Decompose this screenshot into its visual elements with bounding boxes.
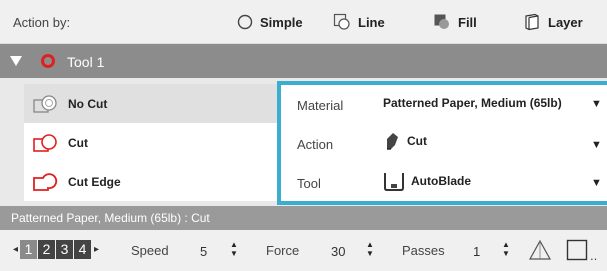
tool-color-ring-icon bbox=[41, 54, 55, 68]
speed-spinner[interactable]: ▲ ▼ bbox=[230, 240, 239, 258]
force-spinner[interactable]: ▲ ▼ bbox=[366, 240, 375, 258]
fill-mode-button[interactable]: Fill bbox=[433, 9, 477, 35]
tool-value: AutoBlade bbox=[411, 174, 471, 188]
no-cut-label: No Cut bbox=[68, 96, 108, 111]
no-cut-icon bbox=[33, 94, 57, 113]
pass-sequence[interactable]: ◂ 1 2 3 4 ▸ bbox=[13, 240, 99, 259]
sequence-step-4[interactable]: 4 bbox=[74, 240, 92, 259]
cut-edge-label: Cut Edge bbox=[68, 174, 121, 189]
no-cut-option[interactable]: No Cut bbox=[24, 84, 277, 123]
circle-outline-icon bbox=[237, 14, 253, 30]
cut-edge-icon bbox=[33, 172, 58, 191]
force-down-icon[interactable]: ▼ bbox=[366, 249, 375, 258]
cut-option[interactable]: Cut bbox=[24, 123, 277, 162]
layer-book-icon bbox=[525, 13, 539, 31]
fill-mode-label: Fill bbox=[458, 14, 477, 30]
sequence-step-2[interactable]: 2 bbox=[38, 240, 56, 259]
tool-name: Tool 1 bbox=[67, 54, 105, 70]
material-dropdown[interactable]: Patterned Paper, Medium (65lb) bbox=[383, 96, 562, 110]
layer-mode-button[interactable]: Layer bbox=[523, 9, 583, 35]
tool-label: Tool bbox=[297, 176, 321, 191]
status-text: Patterned Paper, Medium (65lb) : Cut bbox=[11, 211, 210, 225]
cut-edge-option[interactable]: Cut Edge bbox=[24, 162, 277, 201]
tool-dropdown[interactable]: AutoBlade bbox=[383, 170, 471, 192]
material-value: Patterned Paper, Medium (65lb) bbox=[383, 96, 562, 110]
force-label: Force bbox=[266, 243, 300, 258]
layer-mode-label: Layer bbox=[548, 14, 583, 30]
status-bar: Patterned Paper, Medium (65lb) : Cut bbox=[0, 206, 607, 230]
passes-up-icon[interactable]: ▲ bbox=[502, 240, 511, 249]
line-shape-icon bbox=[333, 13, 350, 30]
collapse-triangle-icon[interactable] bbox=[9, 55, 23, 67]
speed-value[interactable]: 5 bbox=[200, 244, 207, 259]
sequence-right-arrow-icon[interactable]: ▸ bbox=[94, 244, 99, 255]
action-label: Action bbox=[297, 137, 334, 152]
triangle-outline-icon[interactable] bbox=[528, 239, 552, 261]
simple-mode-button[interactable]: Simple bbox=[237, 9, 303, 35]
cut-blade-icon bbox=[387, 133, 398, 150]
tool-dropdown-arrow-icon[interactable]: ▼ bbox=[591, 177, 602, 189]
sequence-step-3[interactable]: 3 bbox=[56, 240, 74, 259]
action-value: Cut bbox=[407, 134, 427, 148]
autoblade-icon bbox=[384, 173, 404, 191]
fill-shape-icon bbox=[434, 14, 449, 29]
more-options-icon[interactable]: ‥ bbox=[590, 250, 597, 263]
action-dropdown-arrow-icon[interactable]: ▼ bbox=[591, 139, 602, 151]
tool-header[interactable]: Tool 1 bbox=[0, 44, 607, 78]
force-up-icon[interactable]: ▲ bbox=[366, 240, 375, 249]
properties-panel: Material Patterned Paper, Medium (65lb) … bbox=[277, 81, 607, 205]
cut-label: Cut bbox=[68, 135, 88, 150]
action-by-label: Action by: bbox=[13, 15, 71, 30]
speed-up-icon[interactable]: ▲ bbox=[230, 240, 239, 249]
sequence-step-1[interactable]: 1 bbox=[20, 240, 38, 259]
material-label: Material bbox=[297, 98, 344, 113]
cut-settings-bar: ◂ 1 2 3 4 ▸ Speed 5 ▲ ▼ Force 30 ▲ ▼ Pas… bbox=[0, 230, 607, 271]
passes-label: Passes bbox=[402, 243, 445, 258]
action-dropdown[interactable]: Cut bbox=[383, 131, 427, 151]
cut-options-list: No Cut Cut Cut Edge bbox=[24, 84, 277, 201]
material-dropdown-arrow-icon[interactable]: ▼ bbox=[591, 98, 602, 110]
speed-down-icon[interactable]: ▼ bbox=[230, 249, 239, 258]
speed-label: Speed bbox=[131, 243, 169, 258]
simple-mode-label: Simple bbox=[260, 14, 303, 30]
cut-icon bbox=[33, 133, 57, 152]
passes-spinner[interactable]: ▲ ▼ bbox=[502, 240, 511, 258]
force-value[interactable]: 30 bbox=[331, 244, 345, 259]
passes-down-icon[interactable]: ▼ bbox=[502, 249, 511, 258]
line-mode-label: Line bbox=[358, 14, 385, 30]
line-mode-button[interactable]: Line bbox=[333, 9, 385, 35]
action-by-toolbar: Action by: Simple Line Fill Layer bbox=[0, 0, 607, 44]
sequence-left-arrow-icon[interactable]: ◂ bbox=[13, 244, 18, 255]
passes-value[interactable]: 1 bbox=[473, 244, 480, 259]
square-outline-icon[interactable] bbox=[566, 239, 588, 261]
